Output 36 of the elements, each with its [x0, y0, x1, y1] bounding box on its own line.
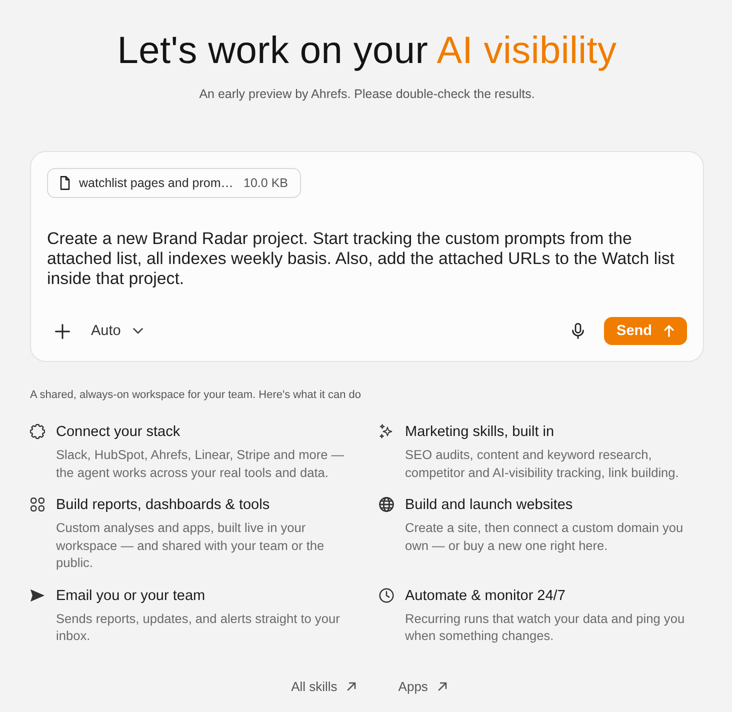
- feature-description: Slack, HubSpot, Ahrefs, Linear, Stripe and more — the agent works across your real tools and data.: [56, 446, 346, 481]
- mode-dropdown[interactable]: Auto: [91, 317, 147, 345]
- feature-title: Email you or your team: [56, 586, 206, 606]
- footer-link[interactable]: All skills: [291, 678, 356, 694]
- arrow-up-right-icon: [438, 682, 447, 690]
- grid-icon: [30, 497, 45, 512]
- globe-icon: [379, 497, 394, 512]
- feature-title: Automate & monitor 24/7: [405, 586, 566, 606]
- send-icon: [30, 588, 45, 602]
- page-title-highlight: AI visibility: [436, 30, 617, 72]
- feature-title: Marketing skills, built in: [405, 423, 556, 442]
- arrow-up-right-icon: [347, 682, 356, 690]
- microphone-icon: [572, 323, 584, 339]
- footer-link[interactable]: Apps: [398, 678, 447, 694]
- subtitle: An early preview by Ahrefs. Please double-check the results.: [198, 86, 536, 102]
- feature-description: Create a site, then connect a custom domain you own — or buy a new one right here.: [405, 519, 684, 554]
- prompt-input[interactable]: Create a new Brand Radar project. Start tracking the custom prompts from the attached list, all indexes weekly basis. Also, add the attached URLs to the Watch list inside that project.: [47, 229, 687, 289]
- caret-icon: [132, 328, 143, 334]
- file-icon: [60, 176, 70, 190]
- page-title: Let's work on your: [117, 30, 428, 72]
- attachment-chip[interactable]: watchlist pages and prom… 10.0 KB: [47, 168, 301, 198]
- feature-description: SEO audits, content and keyword research, competitor and AI-visibility tracking, link building.: [405, 446, 680, 481]
- sparkles-icon: [379, 424, 394, 439]
- cog-icon: [30, 424, 45, 439]
- intro-text: A shared, always-on workspace for your team. Here's what it can do: [30, 388, 362, 402]
- plus-icon: [54, 324, 70, 338]
- attachment-size: 10.0 KB: [244, 176, 288, 190]
- feature-description: Custom analyses and apps, built live in your workspace — and shared with your team or the public.: [56, 519, 326, 572]
- clock-icon: [379, 588, 394, 602]
- feature-title: Build reports, dashboards & tools: [56, 496, 271, 515]
- feature-title: Connect your stack: [56, 423, 182, 442]
- arrow-up-icon: [664, 325, 674, 337]
- attachment-name: watchlist pages and prom…: [79, 176, 234, 190]
- feature-title: Build and launch websites: [405, 496, 574, 515]
- feature-description: Recurring runs that watch your data and ping you when something changes.: [405, 610, 686, 644]
- feature-description: Sends reports, updates, and alerts straight to your inbox.: [56, 610, 341, 644]
